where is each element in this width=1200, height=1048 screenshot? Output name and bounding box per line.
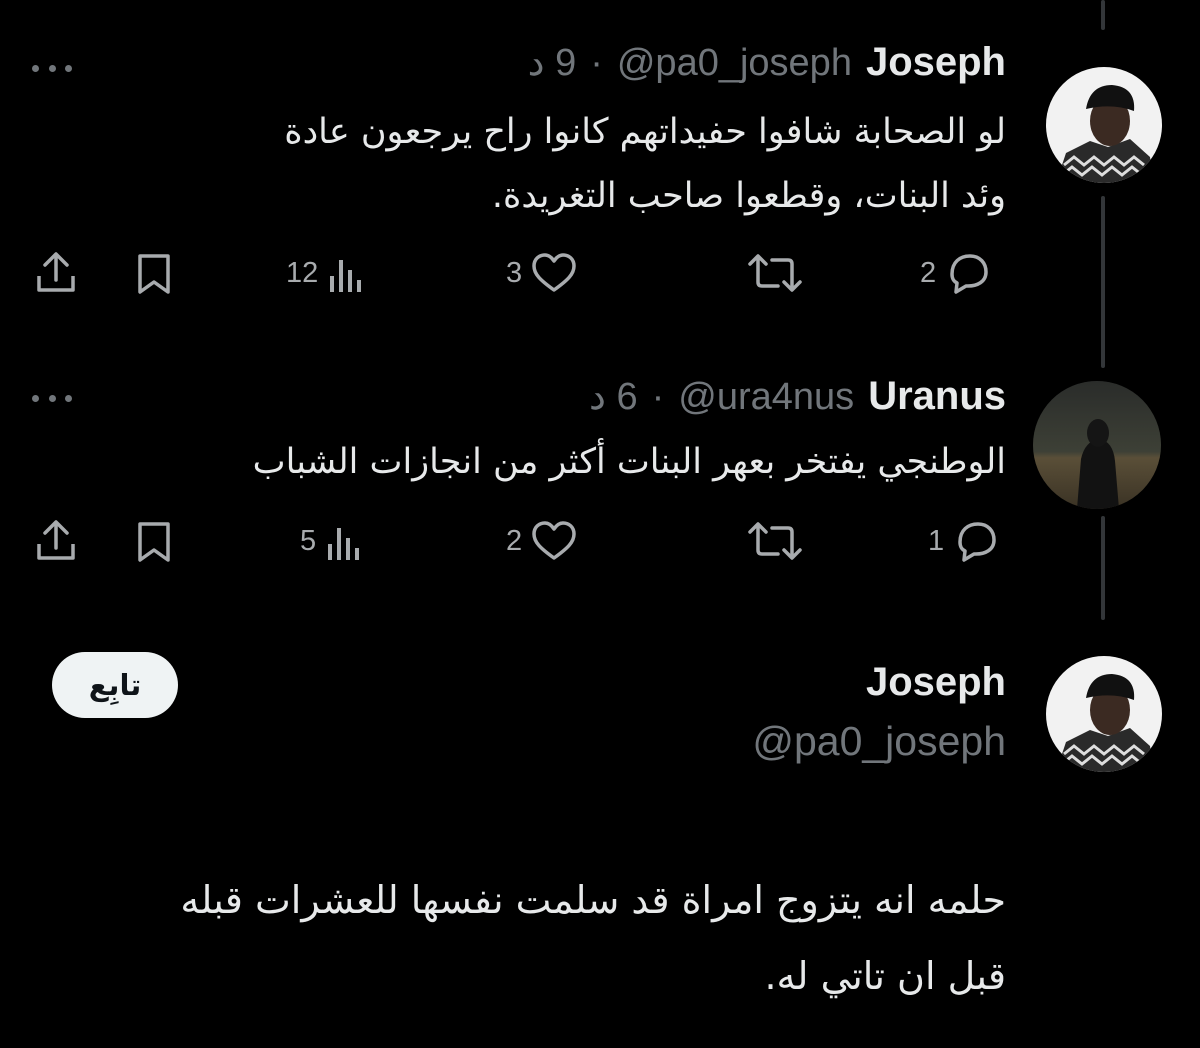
thread-line-2: [1101, 516, 1105, 620]
heart-icon: [532, 521, 576, 560]
tweet-text: لو الصحابة شافوا حفيداتهم كانوا راح يرجع…: [284, 100, 1006, 228]
views-button[interactable]: 12: [286, 252, 366, 294]
share-upload-icon: [37, 252, 75, 292]
tweet-text: الوطنجي يفتخر بعهر البنات أكثر من انجازا…: [253, 430, 1006, 494]
like-button[interactable]: 2: [506, 520, 578, 562]
separator-dot: ·: [590, 42, 603, 84]
avatar[interactable]: [1046, 656, 1162, 772]
repost-arrows-icon: [748, 522, 802, 560]
reply-button[interactable]: 2: [920, 252, 990, 294]
user-handle[interactable]: @pa0_joseph: [617, 42, 852, 85]
speech-bubble-icon: [950, 254, 988, 294]
timestamp[interactable]: 6 د: [589, 374, 638, 419]
follow-button[interactable]: تابِع: [52, 652, 178, 718]
like-count: 2: [506, 524, 523, 557]
post-text-line: قبل ان تاتي له.: [764, 954, 1006, 998]
user-handle[interactable]: @pa0_joseph: [752, 718, 1006, 765]
bookmark-button[interactable]: [134, 252, 174, 296]
dark-figure-avatar-image: [1033, 381, 1161, 509]
tweet-text-line: وئد البنات، وقطعوا صاحب التغريدة.: [491, 176, 1006, 216]
tweet-header: Joseph @pa0_joseph · 9 د: [528, 40, 1006, 85]
tweet-text-line: لو الصحابة شافوا حفيداتهم كانوا راح يرجع…: [284, 112, 1006, 152]
timestamp[interactable]: 9 د: [528, 40, 577, 85]
thread-line-top: [1101, 0, 1105, 30]
avatar[interactable]: [1046, 67, 1162, 183]
repost-button[interactable]: [746, 520, 804, 562]
share-button[interactable]: [34, 518, 78, 564]
bookmark-icon: [138, 254, 170, 294]
bookmark-icon: [138, 522, 170, 562]
reply-count: 1: [928, 524, 945, 557]
separator-dot: ·: [651, 376, 665, 418]
bar-chart-icon: [330, 260, 362, 292]
tweet-header: Uranus @ura4nus · 6 د: [589, 374, 1006, 419]
bookmark-button[interactable]: [134, 520, 174, 564]
person-beanie-avatar-image: [1046, 656, 1162, 772]
share-button[interactable]: [34, 250, 78, 296]
display-name[interactable]: Uranus: [868, 374, 1006, 419]
reply-count: 2: [920, 256, 937, 289]
heart-icon: [532, 253, 576, 292]
repost-button[interactable]: [746, 252, 804, 294]
user-handle[interactable]: @ura4nus: [678, 376, 854, 419]
tweet-text-line: الوطنجي يفتخر بعهر البنات أكثر من انجازا…: [252, 442, 1006, 482]
post-text-line: حلمه انه يتزوج امراة قد سلمت نفسها للعشر…: [180, 878, 1006, 922]
views-count: 5: [300, 524, 317, 557]
person-beanie-avatar-image: [1046, 67, 1162, 183]
bar-chart-icon: [328, 528, 360, 560]
share-upload-icon: [37, 520, 75, 560]
avatar[interactable]: [1033, 381, 1161, 509]
thread-line-1: [1101, 196, 1105, 368]
views-count: 12: [286, 256, 319, 289]
more-dots-icon[interactable]: [32, 58, 72, 78]
post-text: حلمه انه يتزوج امراة قد سلمت نفسها للعشر…: [180, 862, 1006, 1014]
like-button[interactable]: 3: [506, 252, 578, 294]
more-dots-icon[interactable]: [32, 388, 72, 408]
reply-button[interactable]: 1: [928, 520, 998, 562]
repost-arrows-icon: [748, 254, 802, 292]
speech-bubble-icon: [958, 522, 996, 562]
display-name[interactable]: Joseph: [866, 660, 1006, 705]
like-count: 3: [506, 256, 523, 289]
display-name[interactable]: Joseph: [866, 40, 1006, 85]
views-button[interactable]: 5: [300, 520, 364, 562]
